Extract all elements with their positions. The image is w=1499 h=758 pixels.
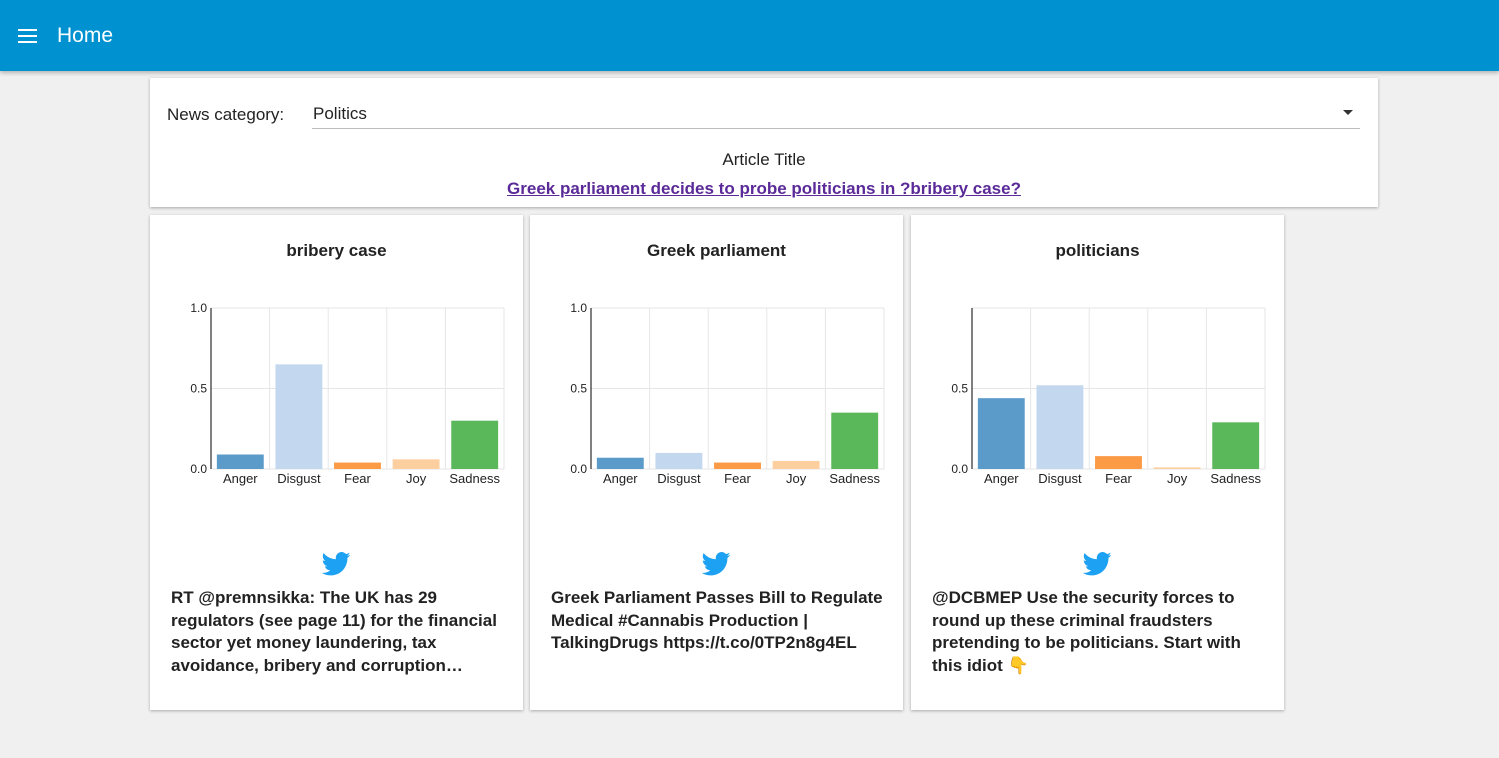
- bar-joy: [392, 459, 440, 469]
- keyword-card-politicians: politicians Anger Disgust Fear Joy Sadness 0.…: [911, 215, 1284, 710]
- y-tick-label: 1.0: [190, 301, 207, 315]
- x-tick-label: Anger: [223, 471, 258, 486]
- bar-disgust: [1036, 385, 1084, 469]
- x-tick-label: Sadness: [1210, 471, 1261, 486]
- article-heading: Article Title: [722, 150, 806, 169]
- x-tick-label: Fear: [1105, 471, 1132, 486]
- article-title-link[interactable]: Greek parliament decides to probe politi…: [150, 179, 1378, 199]
- x-tick-label: Disgust: [1038, 471, 1082, 486]
- hamburger-menu-icon[interactable]: [16, 24, 40, 48]
- x-tick-label: Joy: [406, 471, 427, 486]
- x-tick-label: Joy: [786, 471, 807, 486]
- dropdown-arrow-icon: [1343, 110, 1353, 115]
- tweet-text: Greek Parliament Passes Bill to Regulate…: [551, 588, 883, 652]
- keyword-card-greek-parliament: Greek parliament Anger Disgust Fear Joy Sadn…: [530, 215, 903, 710]
- keyword-title: Greek parliament: [647, 241, 786, 260]
- bar-anger: [216, 454, 264, 469]
- bar-joy: [1153, 467, 1201, 469]
- news-category-value: Politics: [313, 104, 367, 123]
- emotion-bar-chart: Anger Disgust Fear Joy Sadness 0.0 0.5 1.0: [190, 301, 505, 486]
- bar-anger: [596, 457, 644, 469]
- x-tick-label: Fear: [344, 471, 371, 486]
- twitter-icon: [701, 552, 731, 576]
- app-bar: Home: [0, 0, 1499, 71]
- bar-anger: [977, 398, 1025, 469]
- bar-sadness: [831, 412, 879, 469]
- emotion-bar-chart: Anger Disgust Fear Joy Sadness 0.0 0.5: [951, 307, 1266, 486]
- x-tick-label: Anger: [984, 471, 1019, 486]
- y-tick-label: 0.5: [190, 382, 207, 396]
- twitter-icon: [1082, 552, 1112, 576]
- bar-sadness: [1212, 422, 1260, 469]
- y-tick-label: 0.5: [570, 382, 587, 396]
- x-tick-label: Sadness: [449, 471, 500, 486]
- tweet-text: RT @premnsikka: The UK has 29 regulators…: [171, 588, 497, 675]
- bar-disgust: [655, 452, 703, 469]
- app-title: Home: [57, 24, 114, 47]
- x-tick-label: Anger: [603, 471, 638, 486]
- x-tick-label: Joy: [1167, 471, 1188, 486]
- y-tick-label: 0.0: [570, 462, 587, 476]
- bar-sadness: [451, 420, 499, 469]
- bar-fear: [714, 462, 761, 469]
- tweet-text: @DCBMEP Use the security forces to round…: [932, 588, 1241, 675]
- bar-fear: [1095, 456, 1142, 469]
- emotion-bar-chart: Anger Disgust Fear Joy Sadness 0.0 0.5 1.0: [570, 301, 885, 486]
- keyword-card-bribery-case: bribery case Anger Disgust Fear Joy Sadness 0…: [150, 215, 523, 710]
- x-tick-label: Fear: [724, 471, 751, 486]
- x-tick-label: Disgust: [277, 471, 321, 486]
- y-tick-label: 0.0: [190, 462, 207, 476]
- bar-disgust: [275, 364, 323, 469]
- x-tick-label: Disgust: [657, 471, 701, 486]
- keyword-title: bribery case: [286, 241, 387, 260]
- y-tick-label: 0.0: [951, 462, 968, 476]
- twitter-icon: [321, 552, 351, 576]
- keyword-title: politicians: [1055, 241, 1140, 260]
- news-category-select[interactable]: Politics: [312, 98, 1360, 129]
- article-filter-card: News category: Politics Article Title Gr…: [150, 78, 1378, 207]
- bar-fear: [334, 462, 381, 469]
- bar-joy: [772, 460, 820, 469]
- y-tick-label: 1.0: [570, 301, 587, 315]
- x-tick-label: Sadness: [829, 471, 880, 486]
- y-tick-label: 0.5: [951, 382, 968, 396]
- news-category-label: News category:: [167, 105, 285, 124]
